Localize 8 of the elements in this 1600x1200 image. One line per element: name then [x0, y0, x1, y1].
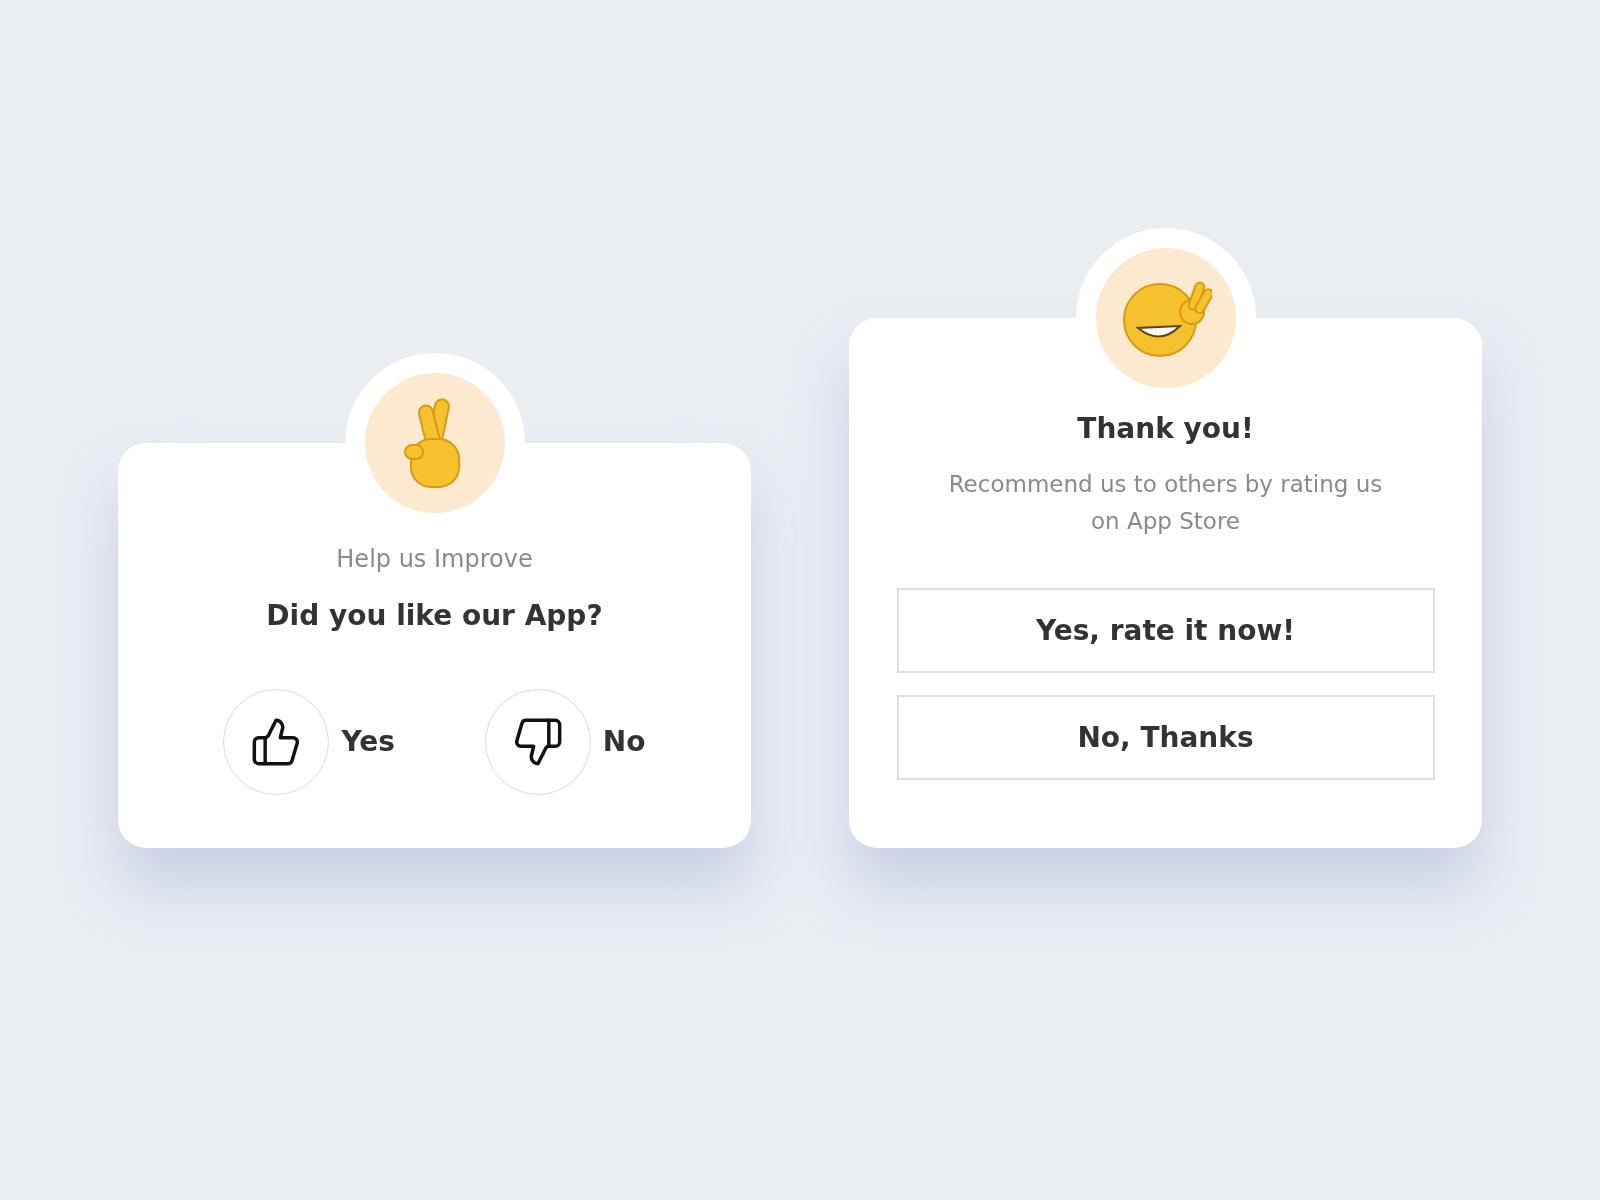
vote-button[interactable]: Yes — [223, 689, 395, 795]
eyebrow-text: Help us Improve — [336, 544, 533, 575]
thanks-title: Thank you! — [1077, 411, 1254, 447]
vote-button[interactable]: No — [484, 689, 646, 795]
thanks-message: Recommend us to others by rating us on App Store — [947, 470, 1384, 536]
question-text: Did you like our App? — [266, 598, 603, 634]
choice-button[interactable]: Yes, rate it now! — [896, 588, 1435, 673]
choice-button[interactable]: No, Thanks — [896, 695, 1435, 780]
